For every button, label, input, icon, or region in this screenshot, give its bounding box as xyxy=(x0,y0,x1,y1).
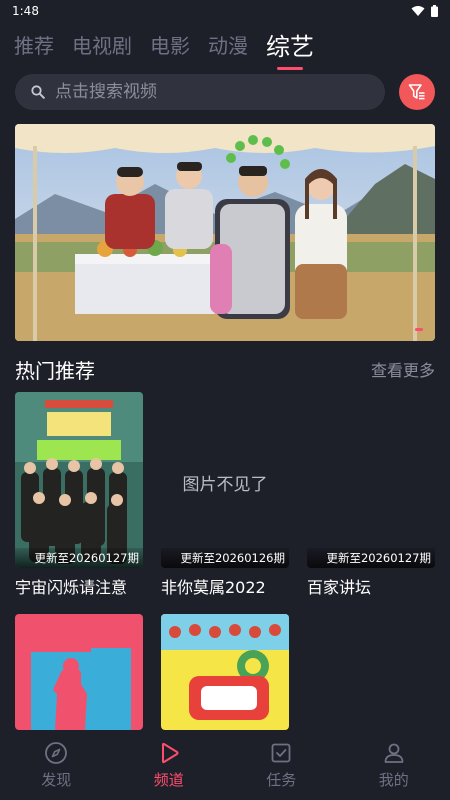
search-input[interactable] xyxy=(55,82,355,102)
image-missing-text: 图片不见了 xyxy=(182,475,268,495)
show-card[interactable]: 图片不见了 更新至20260126期 非你莫属2022 xyxy=(161,392,289,598)
tab-recommend[interactable]: 推荐 xyxy=(14,30,54,59)
nav-channel[interactable]: 频道 xyxy=(113,741,226,790)
tab-variety[interactable]: 综艺 xyxy=(266,27,314,62)
search-icon xyxy=(31,85,45,99)
battery-icon xyxy=(431,5,438,17)
show-poster[interactable] xyxy=(15,614,143,730)
show-title[interactable]: 非你莫属2022 xyxy=(161,574,289,598)
search-bar[interactable] xyxy=(15,74,385,110)
nav-profile-label: 我的 xyxy=(378,770,409,789)
hero-banner[interactable] xyxy=(15,124,435,341)
status-time: 1:48 xyxy=(12,4,39,18)
show-title[interactable]: 百家讲坛 xyxy=(307,574,435,598)
show-poster[interactable]: 图片不见了 更新至20260126期 xyxy=(161,392,289,568)
play-icon xyxy=(161,742,179,763)
nav-discover-label: 发现 xyxy=(41,770,72,789)
show-card[interactable]: 更新至20260127期 宇宙闪烁请注意 xyxy=(15,392,143,598)
status-bar: 1:48 xyxy=(0,0,450,22)
update-badge: 更新至20260127期 xyxy=(15,548,143,568)
poster-image xyxy=(15,614,143,730)
banner-image xyxy=(15,124,435,341)
bottom-navigation: 发现 频道 任务 我的 xyxy=(0,730,450,800)
tab-tv-series[interactable]: 电视剧 xyxy=(72,30,132,59)
section-title: 热门推荐 xyxy=(15,358,95,383)
section-header: 热门推荐 查看更多 xyxy=(15,354,435,384)
wifi-icon xyxy=(411,6,425,16)
nav-discover[interactable]: 发现 xyxy=(0,741,113,790)
search-row xyxy=(15,74,435,110)
show-card[interactable] xyxy=(161,614,289,730)
banner-page-indicator xyxy=(415,328,423,331)
category-tabs: 推荐 电视剧 电影 动漫 综艺 xyxy=(0,22,450,66)
update-badge: 更新至20260127期 xyxy=(307,548,435,568)
show-poster[interactable] xyxy=(161,614,289,730)
compass-icon xyxy=(45,741,68,764)
task-icon xyxy=(271,743,291,762)
status-icons xyxy=(411,5,438,17)
tab-movie[interactable]: 电影 xyxy=(150,30,190,59)
nav-tasks-label: 任务 xyxy=(266,770,297,789)
show-poster[interactable]: 更新至20260127期 xyxy=(307,392,435,568)
nav-channel-label: 频道 xyxy=(153,770,184,789)
user-icon xyxy=(384,743,404,763)
see-more-link[interactable]: 查看更多 xyxy=(371,357,435,381)
update-badge: 更新至20260126期 xyxy=(161,548,289,568)
show-poster[interactable]: 更新至20260127期 xyxy=(15,392,143,568)
tab-anime[interactable]: 动漫 xyxy=(208,30,248,59)
show-card[interactable] xyxy=(15,614,143,730)
nav-profile[interactable]: 我的 xyxy=(338,741,450,790)
show-card[interactable]: 更新至20260127期 百家讲坛 xyxy=(307,392,435,598)
poster-image xyxy=(15,392,143,568)
poster-image xyxy=(161,614,289,730)
filter-button[interactable] xyxy=(399,74,435,110)
filter-icon xyxy=(408,84,425,100)
show-title[interactable]: 宇宙闪烁请注意 xyxy=(15,574,143,598)
nav-tasks[interactable]: 任务 xyxy=(225,741,338,790)
